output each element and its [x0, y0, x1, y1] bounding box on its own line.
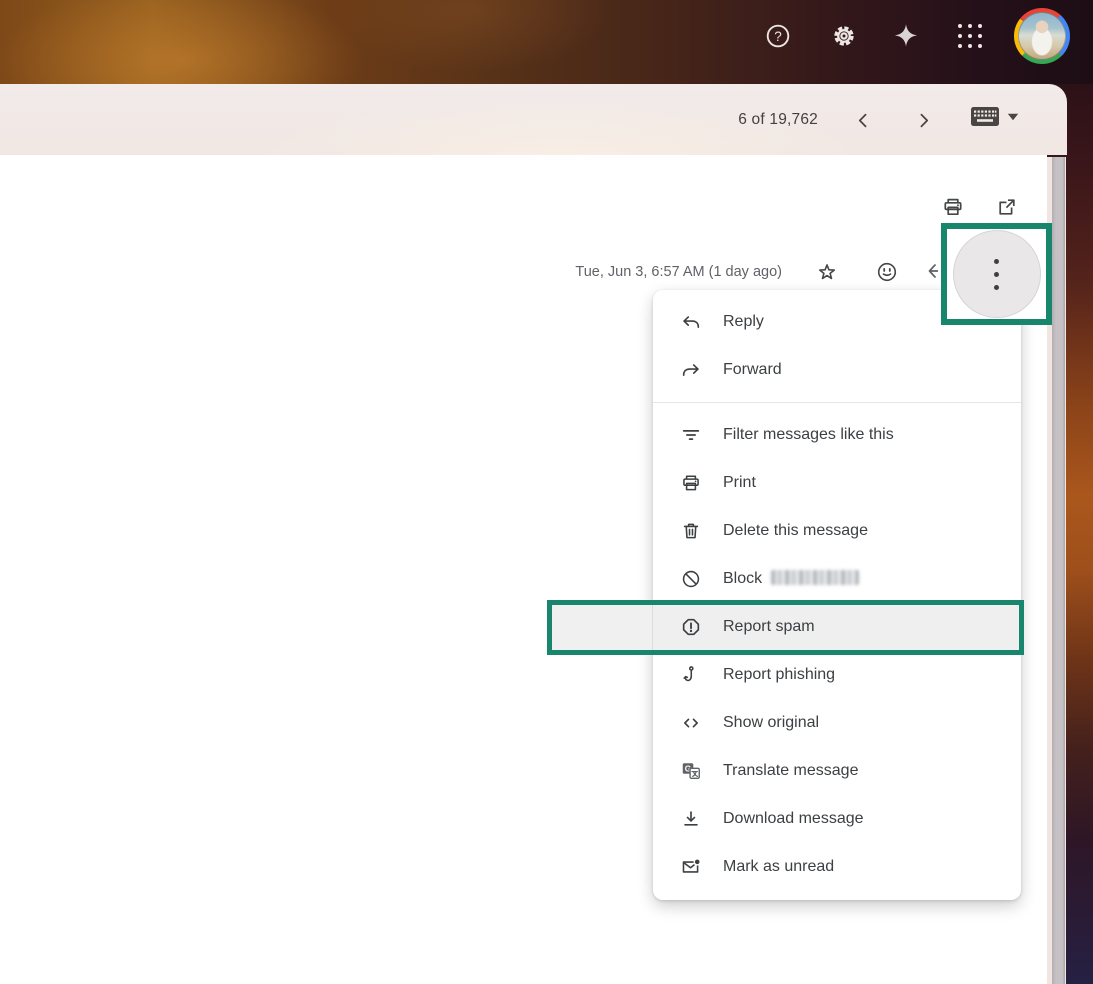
filter-icon: [679, 423, 703, 447]
menu-item-label: Forward: [723, 361, 782, 379]
print-button[interactable]: [941, 195, 965, 219]
menu-item-label: Print: [723, 474, 756, 492]
blocked-sender-name-redacted: [771, 570, 859, 585]
menu-item-label: Show original: [723, 714, 819, 732]
theme-background-top: [0, 0, 1093, 84]
menu-item-block[interactable]: Block: [653, 555, 1021, 603]
caret-down-icon: [1007, 113, 1019, 121]
menu-item-label: Reply: [723, 313, 764, 331]
menu-item-label: Filter messages like this: [723, 426, 894, 444]
menu-item-show-original[interactable]: Show original: [653, 699, 1021, 747]
svg-text:?: ?: [774, 29, 782, 44]
trash-icon: [679, 519, 703, 543]
menu-separator: [653, 402, 1021, 403]
menu-item-label: Translate message: [723, 762, 858, 780]
open-in-new-button[interactable]: [995, 195, 1019, 219]
menu-item-report-phishing[interactable]: Report phishing: [653, 651, 1021, 699]
chevron-left-icon: [855, 112, 872, 129]
help-button[interactable]: ?: [758, 16, 798, 56]
menu-item-mark-unread[interactable]: Mark as unread: [653, 843, 1021, 891]
phishing-hook-icon: [679, 663, 703, 687]
menu-item-label: Report phishing: [723, 666, 835, 684]
add-reaction-button[interactable]: [875, 260, 899, 284]
star-icon: [815, 260, 839, 284]
more-button[interactable]: [953, 230, 1041, 318]
menu-item-label: Download message: [723, 810, 864, 828]
gemini-sparkle-icon: [891, 21, 921, 51]
reply-icon[interactable]: [927, 263, 938, 281]
message-timestamp: Tue, Jun 3, 6:57 AM (1 day ago): [575, 264, 782, 280]
chevron-right-icon: [915, 112, 932, 129]
help-icon: ?: [764, 22, 792, 50]
menu-item-forward[interactable]: Forward: [653, 346, 1021, 394]
menu-item-translate[interactable]: G Translate message: [653, 747, 1021, 795]
menu-item-report-spam[interactable]: Report spam: [653, 603, 1021, 651]
block-icon: [679, 567, 703, 591]
pagination-count: 6 of 19,762: [738, 111, 818, 129]
more-vert-icon: [994, 259, 999, 264]
menu-item-label: Delete this message: [723, 522, 868, 540]
google-apps-button[interactable]: [950, 16, 990, 56]
message-more-menu: Reply Forward Filter messages like this …: [653, 290, 1021, 900]
code-icon: [679, 711, 703, 735]
mark-unread-icon: [679, 855, 703, 879]
print-icon: [941, 195, 965, 219]
gemini-button[interactable]: [886, 16, 926, 56]
menu-item-delete[interactable]: Delete this message: [653, 507, 1021, 555]
menu-item-label: Block: [723, 570, 859, 588]
input-tools-button[interactable]: [970, 106, 1019, 127]
menu-item-download[interactable]: Download message: [653, 795, 1021, 843]
smiley-icon: [875, 260, 899, 284]
avatar-photo: [1018, 12, 1066, 60]
newer-button[interactable]: [845, 102, 881, 138]
menu-item-label: Report spam: [723, 618, 815, 636]
account-avatar[interactable]: [1014, 8, 1070, 64]
older-button[interactable]: [905, 102, 941, 138]
print-icon: [679, 471, 703, 495]
menu-item-label: Mark as unread: [723, 858, 834, 876]
reply-icon: [679, 310, 703, 334]
forward-icon: [679, 358, 703, 382]
open-in-new-icon: [995, 195, 1019, 219]
apps-grid-icon: [958, 24, 982, 48]
gear-icon: [829, 21, 859, 51]
menu-item-filter[interactable]: Filter messages like this: [653, 411, 1021, 459]
translate-icon: G: [679, 759, 703, 783]
settings-button[interactable]: [824, 16, 864, 56]
download-icon: [679, 807, 703, 831]
star-button[interactable]: [815, 260, 839, 284]
keyboard-icon: [970, 106, 1000, 127]
more-button-highlight-box: [941, 223, 1052, 325]
report-spam-icon: [679, 615, 703, 639]
menu-item-print[interactable]: Print: [653, 459, 1021, 507]
scrollbar-thumb[interactable]: [1052, 157, 1065, 984]
